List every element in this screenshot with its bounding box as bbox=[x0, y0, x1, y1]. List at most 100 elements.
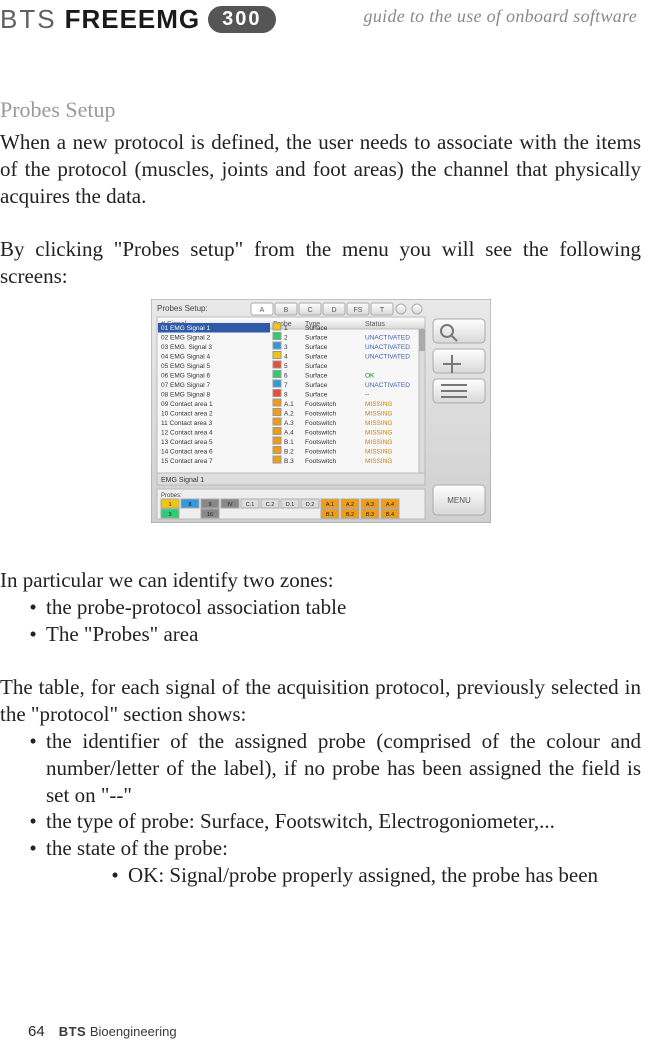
probes-setup-screenshot: Probes Setup: ABCDFST # SignalProbeTypeS… bbox=[0, 299, 641, 523]
paragraph-1: When a new protocol is defined, the user… bbox=[0, 129, 641, 210]
svg-text:A.2: A.2 bbox=[284, 411, 294, 418]
svg-text:--: -- bbox=[365, 392, 369, 399]
bullet-list-3: • OK: Signal/probe properly assigned, th… bbox=[0, 862, 641, 889]
svg-text:T: T bbox=[379, 307, 384, 314]
svg-text:MISSING: MISSING bbox=[365, 439, 392, 446]
svg-text:Surface: Surface bbox=[305, 325, 328, 332]
svg-text:6: 6 bbox=[284, 373, 288, 380]
svg-text:A.4: A.4 bbox=[385, 502, 393, 508]
brand-bts: BTS bbox=[0, 4, 57, 35]
svg-text:1: 1 bbox=[284, 325, 288, 332]
svg-text:D.1: D.1 bbox=[285, 502, 294, 508]
svg-text:05 EMG Signal 5: 05 EMG Signal 5 bbox=[161, 363, 211, 370]
svg-text:IV: IV bbox=[227, 502, 233, 508]
section-title: Probes Setup bbox=[0, 97, 641, 123]
svg-text:15 Contact area 7: 15 Contact area 7 bbox=[161, 458, 213, 465]
svg-text:16: 16 bbox=[206, 512, 212, 518]
svg-text:Footswitch: Footswitch bbox=[305, 430, 336, 437]
svg-text:MISSING: MISSING bbox=[365, 458, 392, 465]
svg-text:06 EMG Signal 6: 06 EMG Signal 6 bbox=[161, 373, 211, 380]
svg-text:03 EMG. Signal 3: 03 EMG. Signal 3 bbox=[161, 344, 212, 351]
bullet-2c: the state of the probe: bbox=[46, 835, 641, 862]
svg-text:3: 3 bbox=[168, 512, 171, 518]
svg-text:5: 5 bbox=[284, 363, 288, 370]
bullet-2b: the type of probe: Surface, Footswitch, … bbox=[46, 808, 641, 835]
svg-text:MENU: MENU bbox=[447, 496, 471, 505]
svg-text:D.2: D.2 bbox=[305, 502, 314, 508]
svg-text:MISSING: MISSING bbox=[365, 411, 392, 418]
svg-text:MISSING: MISSING bbox=[365, 420, 392, 427]
svg-text:14 Contact area 6: 14 Contact area 6 bbox=[161, 449, 213, 456]
svg-text:A: A bbox=[259, 307, 264, 314]
svg-text:Surface: Surface bbox=[305, 363, 328, 370]
svg-text:D: D bbox=[331, 307, 336, 314]
svg-text:10 Contact area 2: 10 Contact area 2 bbox=[161, 411, 213, 418]
svg-text:UNACTIVATED: UNACTIVATED bbox=[365, 354, 410, 361]
svg-text:Probes:: Probes: bbox=[161, 493, 182, 499]
svg-text:FS: FS bbox=[353, 307, 362, 314]
svg-text:EMG Signal 1: EMG Signal 1 bbox=[161, 477, 204, 484]
svg-text:Footswitch: Footswitch bbox=[305, 449, 336, 456]
brand-badge: 300 bbox=[208, 6, 275, 33]
paragraph-2: By clicking "Probes setup" from the menu… bbox=[0, 236, 641, 290]
svg-text:12 Contact area 4: 12 Contact area 4 bbox=[161, 430, 213, 437]
svg-text:Surface: Surface bbox=[305, 392, 328, 399]
svg-text:02 EMG Signal 2: 02 EMG Signal 2 bbox=[161, 335, 211, 342]
svg-text:Footswitch: Footswitch bbox=[305, 411, 336, 418]
svg-text:MISSING: MISSING bbox=[365, 430, 392, 437]
svg-text:A.4: A.4 bbox=[284, 430, 294, 437]
svg-text:3: 3 bbox=[284, 344, 288, 351]
svg-text:1: 1 bbox=[168, 502, 171, 508]
bullet-list-2: • the identifier of the assigned probe (… bbox=[0, 728, 641, 862]
bullet-3a: OK: Signal/probe properly assigned, the … bbox=[128, 862, 641, 889]
svg-text:4: 4 bbox=[284, 354, 288, 361]
svg-text:2: 2 bbox=[284, 335, 288, 342]
paragraph-3: In particular we can identify two zones: bbox=[0, 567, 641, 594]
brand-logo: BTS FREEEMG 300 bbox=[0, 4, 276, 35]
svg-text:C: C bbox=[307, 307, 312, 314]
svg-text:A.2: A.2 bbox=[345, 502, 353, 508]
footer-brand-rest: Bioengineering bbox=[90, 1024, 177, 1039]
paragraph-4: The table, for each signal of the acquis… bbox=[0, 674, 641, 728]
page-footer: 64 BTS Bioengineering bbox=[28, 1023, 177, 1040]
svg-text:07 EMG Signal 7: 07 EMG Signal 7 bbox=[161, 382, 211, 389]
svg-text:A.3: A.3 bbox=[284, 420, 294, 427]
svg-text:01 EMG Signal 1: 01 EMG Signal 1 bbox=[161, 325, 211, 332]
svg-text:Surface: Surface bbox=[305, 335, 328, 342]
bullet-1a: the probe-protocol association table bbox=[46, 594, 641, 621]
svg-text:9: 9 bbox=[208, 502, 211, 508]
svg-text:Surface: Surface bbox=[305, 344, 328, 351]
svg-text:13 Contact area 5: 13 Contact area 5 bbox=[161, 439, 213, 446]
svg-text:B.1: B.1 bbox=[284, 439, 294, 446]
svg-text:Surface: Surface bbox=[305, 354, 328, 361]
svg-text:UNACTIVATED: UNACTIVATED bbox=[365, 335, 410, 342]
svg-text:Surface: Surface bbox=[305, 373, 328, 380]
svg-text:OK: OK bbox=[365, 373, 375, 380]
svg-text:Footswitch: Footswitch bbox=[305, 458, 336, 465]
svg-text:B.2: B.2 bbox=[345, 512, 353, 518]
svg-text:09 Contact area 1: 09 Contact area 1 bbox=[161, 401, 213, 408]
bullet-2a: the identifier of the assigned probe (co… bbox=[46, 728, 641, 809]
svg-text:UNACTIVATED: UNACTIVATED bbox=[365, 344, 410, 351]
brand-freeemg: FREEEMG bbox=[65, 4, 201, 35]
svg-text:C.1: C.1 bbox=[245, 502, 254, 508]
svg-text:Status: Status bbox=[365, 321, 385, 328]
svg-text:C.2: C.2 bbox=[265, 502, 274, 508]
svg-text:MISSING: MISSING bbox=[365, 401, 392, 408]
page-number: 64 bbox=[28, 1023, 45, 1040]
svg-text:B.3: B.3 bbox=[284, 458, 294, 465]
svg-text:8: 8 bbox=[284, 392, 288, 399]
svg-text:B: B bbox=[283, 307, 288, 314]
page-header: BTS FREEEMG 300 guide to the use of onbo… bbox=[0, 0, 641, 35]
svg-text:UNACTIVATED: UNACTIVATED bbox=[365, 382, 410, 389]
svg-text:B.4: B.4 bbox=[385, 512, 393, 518]
svg-text:Surface: Surface bbox=[305, 382, 328, 389]
bullet-1b: The "Probes" area bbox=[46, 621, 641, 648]
tagline: guide to the use of onboard software bbox=[364, 4, 637, 27]
svg-text:Probes Setup:: Probes Setup: bbox=[157, 304, 208, 313]
footer-brand-bold: BTS bbox=[59, 1024, 87, 1039]
svg-text:11 Contact area 3: 11 Contact area 3 bbox=[161, 420, 213, 427]
svg-text:7: 7 bbox=[284, 382, 288, 389]
svg-text:Footswitch: Footswitch bbox=[305, 420, 336, 427]
svg-text:MISSING: MISSING bbox=[365, 449, 392, 456]
